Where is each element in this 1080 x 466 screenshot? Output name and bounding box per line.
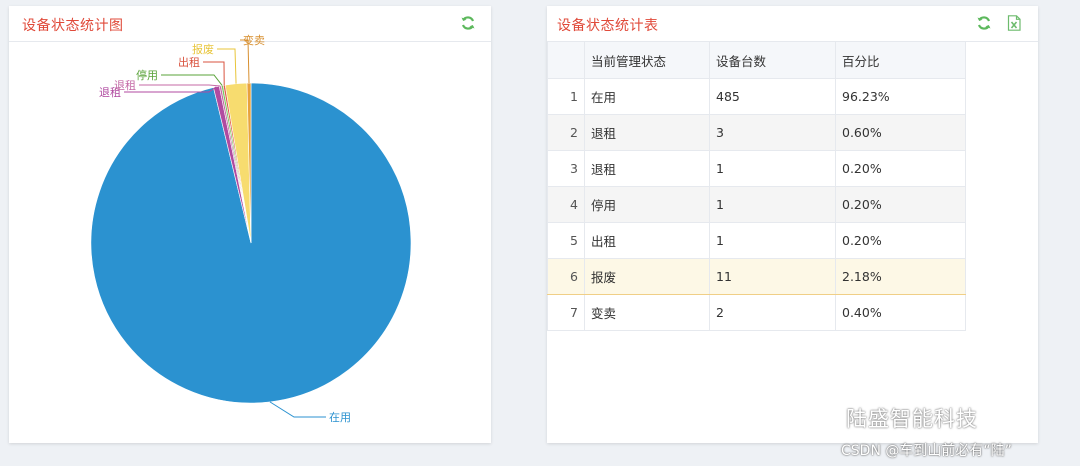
slice-label: 退租	[114, 79, 136, 92]
excel-export-icon[interactable]	[1006, 15, 1022, 31]
column-header-status[interactable]: 当前管理状态	[584, 42, 710, 79]
row-index: 5	[547, 222, 585, 259]
row-percent: 0.60%	[835, 114, 966, 151]
pie-chart: 在用退租退租停用出租报废变卖	[90, 33, 412, 424]
row-count: 11	[709, 258, 836, 295]
row-count: 1	[709, 186, 836, 223]
row-status: 报废	[584, 258, 710, 295]
row-index: 4	[547, 186, 585, 223]
row-percent: 0.20%	[835, 186, 966, 223]
label-leader-line	[161, 74, 223, 86]
row-count: 3	[709, 114, 836, 151]
row-status: 退租	[584, 114, 710, 151]
refresh-icon[interactable]	[976, 15, 992, 31]
chart-panel: 设备状态统计图 在用 退租 退租 停用 出租 报废 变卖	[9, 6, 491, 443]
slice-label: 变卖	[243, 33, 265, 47]
row-index: 1	[547, 78, 585, 115]
row-index: 7	[547, 294, 585, 331]
row-count: 1	[709, 222, 836, 259]
column-header-percent[interactable]: 百分比	[835, 42, 966, 79]
table-panel-title: 设备状态统计表	[557, 18, 659, 34]
row-count: 2	[709, 294, 836, 331]
table-row[interactable]: 2 退租 3 0.60%	[547, 114, 966, 151]
stats-table: 当前管理状态 设备台数 百分比 1 在用 485 96.23% 2 退租 3 0…	[547, 42, 966, 331]
watermark-brand: 陆盛智能科技	[846, 407, 978, 431]
table-row[interactable]: 7 变卖 2 0.40%	[547, 294, 966, 331]
wechat-logo-icon	[818, 406, 843, 426]
row-count: 485	[709, 78, 836, 115]
table-row[interactable]: 4 停用 1 0.20%	[547, 186, 966, 223]
watermark-source: CSDN @车到山前必有“陆”	[841, 443, 1012, 459]
row-index: 6	[547, 258, 585, 295]
column-header-count[interactable]: 设备台数	[709, 42, 836, 79]
table-header-row: 当前管理状态 设备台数 百分比	[547, 42, 966, 79]
slice-label: 出租	[178, 55, 200, 69]
row-percent: 96.23%	[835, 78, 966, 115]
label-leader-line	[203, 61, 225, 86]
row-status: 在用	[584, 78, 710, 115]
slice-label: 报废	[192, 42, 214, 56]
row-percent: 0.20%	[835, 222, 966, 259]
table-row[interactable]: 1 在用 485 96.23%	[547, 78, 966, 115]
row-percent: 0.40%	[835, 294, 966, 331]
slice-label: 在用	[329, 411, 351, 424]
label-leader-line	[269, 401, 326, 418]
column-header-index	[547, 42, 585, 79]
label-leader-line	[217, 48, 237, 84]
row-count: 1	[709, 150, 836, 187]
table-row[interactable]: 5 出租 1 0.20%	[547, 222, 966, 259]
row-status: 出租	[584, 222, 710, 259]
table-panel: 设备状态统计表 当前管理状态 设备台数 百分比 1 在用 485 96.23% …	[547, 6, 1038, 443]
row-status: 变卖	[584, 294, 710, 331]
row-percent: 2.18%	[835, 258, 966, 295]
row-percent: 0.20%	[835, 150, 966, 187]
table-panel-header: 设备状态统计表	[547, 6, 1038, 42]
table-row-selected[interactable]: 6 报废 11 2.18%	[547, 258, 966, 295]
row-index: 2	[547, 114, 585, 151]
row-status: 停用	[584, 186, 710, 223]
row-status: 退租	[584, 150, 710, 187]
label-leader-line	[139, 84, 221, 87]
row-index: 3	[547, 150, 585, 187]
slice-label: 停用	[136, 68, 158, 82]
table-row[interactable]: 3 退租 1 0.20%	[547, 150, 966, 187]
